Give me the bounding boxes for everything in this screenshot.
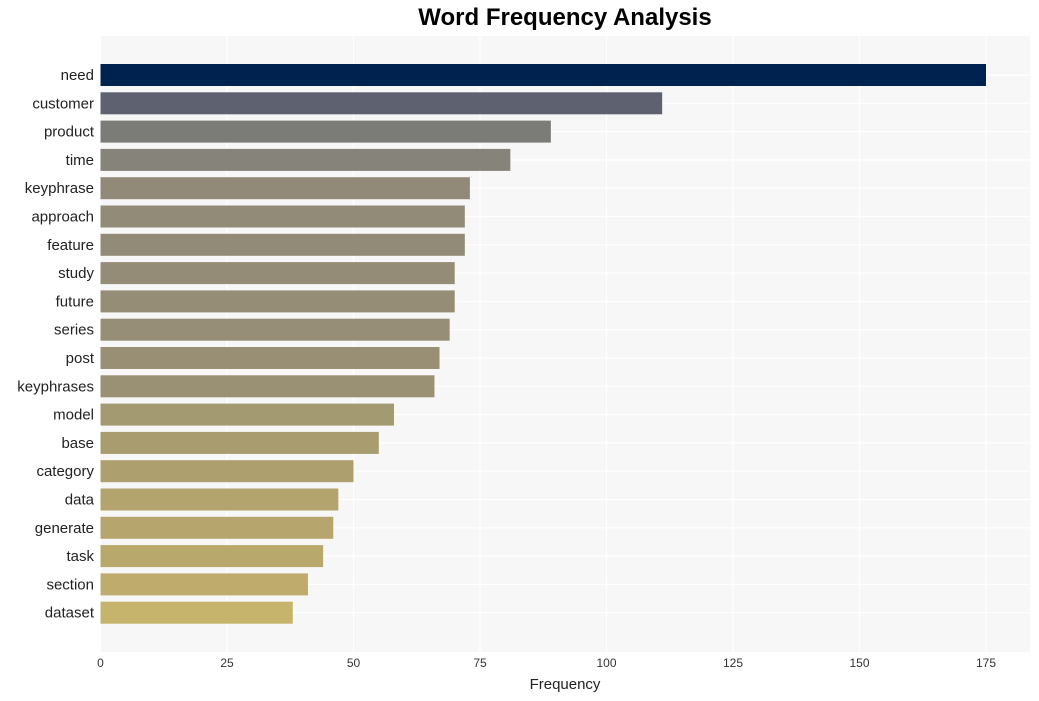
bar-customer <box>100 92 663 115</box>
category-label: approach <box>31 209 94 226</box>
category-label: series <box>54 322 94 339</box>
bar-study <box>100 262 455 285</box>
x-tick-label: 75 <box>473 656 487 670</box>
bar-future <box>100 290 455 313</box>
x-tick-label: 25 <box>220 656 234 670</box>
bar-need <box>100 64 986 86</box>
bar-task <box>100 545 324 568</box>
x-tick-label: 125 <box>723 656 743 670</box>
category-label: base <box>61 435 94 452</box>
bar-model <box>100 403 394 426</box>
bar-section <box>100 573 308 596</box>
category-label: feature <box>47 237 94 254</box>
category-labels: need customer product time keyphrase approach… <box>17 67 95 622</box>
category-label: time <box>66 152 94 169</box>
bar-post <box>100 347 440 369</box>
x-tick-labels: 0 25 50 75 100 125 150 175 <box>97 656 996 670</box>
category-label: need <box>61 67 94 84</box>
bar-category <box>100 460 354 483</box>
bar-base <box>100 431 379 454</box>
bar-chart: need customer product time keyphrase approach… <box>17 36 1030 693</box>
x-tick-label: 0 <box>97 656 104 670</box>
category-label: product <box>44 124 95 141</box>
category-label: task <box>66 548 94 565</box>
category-label: post <box>66 350 95 367</box>
bar-feature <box>100 233 465 256</box>
category-label: section <box>46 576 94 593</box>
x-tick-label: 175 <box>976 656 996 670</box>
bar-series <box>100 318 450 341</box>
category-label: generate <box>35 520 94 537</box>
x-tick-label: 50 <box>347 656 361 670</box>
bar-time <box>100 148 511 171</box>
x-tick-label: 150 <box>849 656 869 670</box>
category-label: future <box>56 293 94 310</box>
bar-approach <box>100 205 465 228</box>
bar-keyphrases <box>100 375 435 398</box>
category-label: dataset <box>45 605 95 622</box>
bar-product <box>100 120 551 143</box>
x-axis-title: Frequency <box>530 676 601 693</box>
bar-keyphrase <box>100 177 470 200</box>
category-label: customer <box>32 95 94 112</box>
category-label: model <box>53 407 94 424</box>
bar-data <box>100 488 339 511</box>
bar-dataset <box>100 601 293 624</box>
bar-generate <box>100 516 334 539</box>
category-label: category <box>36 463 94 480</box>
x-tick-label: 100 <box>596 656 616 670</box>
category-label: data <box>65 492 95 509</box>
category-label: keyphrase <box>25 180 94 197</box>
category-label: keyphrases <box>17 378 94 395</box>
category-label: study <box>58 265 94 282</box>
